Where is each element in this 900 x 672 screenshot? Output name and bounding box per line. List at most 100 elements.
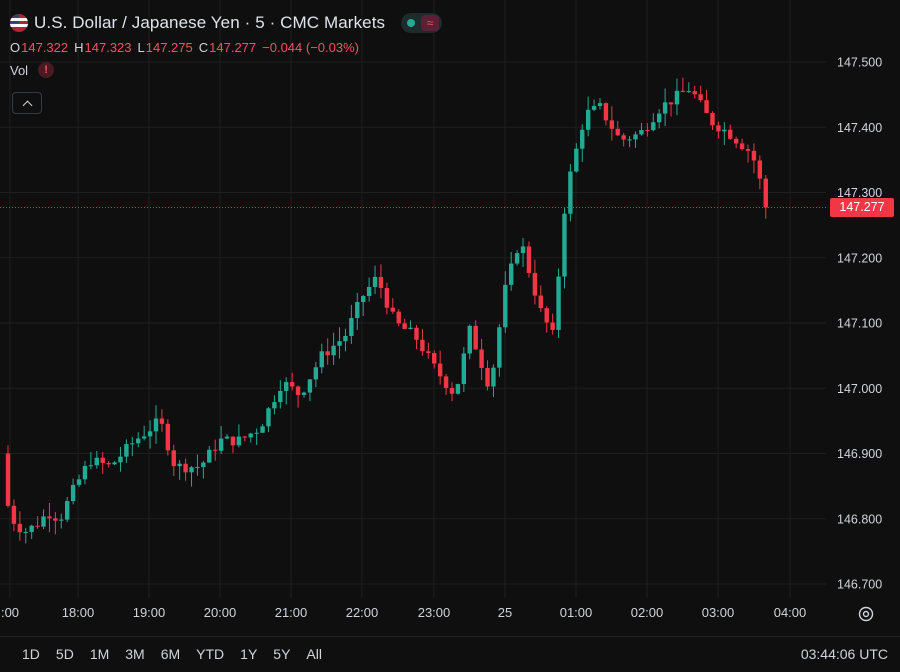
candle-body xyxy=(509,263,514,285)
range-3m[interactable]: 3M xyxy=(125,646,152,662)
candle-body xyxy=(106,462,111,465)
range-5y[interactable]: 5Y xyxy=(273,646,298,662)
x-tick-label: 25 xyxy=(498,605,512,620)
candle-body xyxy=(213,449,218,451)
candle-body xyxy=(615,128,620,136)
utc-clock[interactable]: 03:44:06 UTC xyxy=(801,646,888,662)
candle-body xyxy=(88,465,94,467)
y-tick-label: 147.200 xyxy=(837,251,882,265)
range-1m[interactable]: 1M xyxy=(90,646,117,662)
range-1d[interactable]: 1D xyxy=(22,646,48,662)
range-all[interactable]: All xyxy=(306,646,330,662)
candle-body xyxy=(503,284,508,328)
candle-body xyxy=(609,120,615,129)
candle-body xyxy=(189,467,194,473)
candle-body xyxy=(266,408,271,427)
candlestick-chart[interactable]: 147.500147.400147.300147.200147.100147.0… xyxy=(0,0,900,636)
candle-body xyxy=(153,418,159,432)
range-6m[interactable]: 6M xyxy=(161,646,188,662)
candle-body xyxy=(651,122,656,131)
candle-body xyxy=(307,379,313,393)
x-tick-label: 03:00 xyxy=(702,605,735,620)
candle-body xyxy=(733,138,739,144)
change-value: −0.044 (−0.03%) xyxy=(262,40,359,55)
candle-body xyxy=(657,113,662,123)
y-tick-label: 147.400 xyxy=(837,121,882,135)
market-status[interactable]: ≈ xyxy=(401,13,443,33)
candle-body xyxy=(343,336,348,342)
candle-body xyxy=(141,436,147,439)
low-label: L xyxy=(137,40,145,55)
candle-body xyxy=(301,392,307,396)
x-tick-label: 04:00 xyxy=(774,605,807,620)
candle-body xyxy=(763,178,768,208)
candle-body xyxy=(384,288,390,308)
candle-body xyxy=(556,276,561,330)
candle-body xyxy=(70,484,76,502)
candle-body xyxy=(633,134,638,140)
candle-body xyxy=(455,384,461,394)
range-1y[interactable]: 1Y xyxy=(240,646,265,662)
candle-body xyxy=(645,130,650,132)
symbol-title[interactable]: U.S. Dollar / Japanese Yen · 5 · CMC Mar… xyxy=(34,13,385,33)
candle-body xyxy=(668,102,674,105)
y-tick-label: 147.100 xyxy=(837,317,882,331)
y-tick-label: 147.500 xyxy=(837,56,882,70)
candle-body xyxy=(76,479,82,485)
x-tick-label: 20:00 xyxy=(204,605,237,620)
candle-body xyxy=(130,443,135,445)
candle-body xyxy=(159,418,165,424)
candle-body xyxy=(147,431,153,437)
x-tick-label: 22:00 xyxy=(346,605,379,620)
x-tick-label: 19:00 xyxy=(133,605,166,620)
candle-body xyxy=(218,438,224,451)
candle-body xyxy=(627,139,632,141)
candle-body xyxy=(497,327,502,368)
candle-body xyxy=(485,367,490,387)
wave-icon[interactable]: ≈ xyxy=(421,15,440,31)
open-label: O xyxy=(10,40,21,55)
candle-body xyxy=(757,160,763,179)
candle-body xyxy=(437,363,443,377)
candle-body xyxy=(449,388,455,394)
candle-body xyxy=(710,112,715,126)
alert-icon[interactable]: ! xyxy=(38,62,55,78)
candle-body xyxy=(224,436,230,439)
market-open-dot-icon xyxy=(407,19,416,27)
candle-body xyxy=(591,105,597,110)
candle-body xyxy=(236,436,242,446)
candle-body xyxy=(585,109,591,130)
candle-body xyxy=(372,276,378,287)
x-tick-label: 23:00 xyxy=(418,605,451,620)
y-tick-label: 146.800 xyxy=(837,512,882,526)
candle-body xyxy=(550,322,555,330)
candle-body xyxy=(621,135,626,140)
candle-body xyxy=(82,465,88,480)
candle-body xyxy=(674,90,680,105)
candle-body xyxy=(544,308,549,323)
candle-body xyxy=(603,103,609,121)
x-tick-label: 01:00 xyxy=(560,605,593,620)
candle-body xyxy=(94,457,99,466)
range-5d[interactable]: 5D xyxy=(56,646,82,662)
bottom-toolbar: 1D 5D 1M 3M 6M YTD 1Y 5Y All 03:44:06 UTC xyxy=(0,636,900,672)
x-tick-label: :00 xyxy=(1,605,19,620)
volume-label[interactable]: Vol xyxy=(10,63,28,78)
candle-body xyxy=(396,311,401,324)
candle-body xyxy=(112,462,117,465)
candle-body xyxy=(337,341,342,346)
candle-body xyxy=(562,213,567,277)
candle-body xyxy=(295,386,301,396)
gear-icon[interactable] xyxy=(857,605,875,623)
candle-body xyxy=(680,90,686,92)
candle-body xyxy=(171,450,176,467)
collapse-legend-button[interactable] xyxy=(12,92,42,114)
candle-body xyxy=(331,345,336,356)
candle-body xyxy=(59,519,64,521)
candle-body xyxy=(728,129,733,139)
candle-body xyxy=(272,402,277,409)
range-ytd[interactable]: YTD xyxy=(196,646,232,662)
candle-body xyxy=(467,325,472,354)
chevron-up-icon xyxy=(22,100,32,110)
candle-body xyxy=(23,531,28,533)
